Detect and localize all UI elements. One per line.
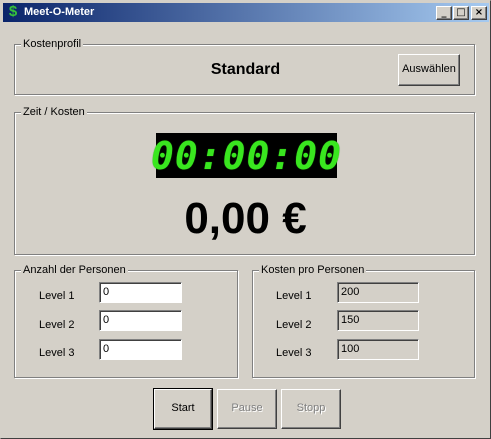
cost-level-2-value: 150: [337, 310, 419, 331]
persons-level-2-label: Level 2: [39, 319, 75, 331]
persons-level-2-input[interactable]: 0: [99, 310, 182, 331]
dollar-icon: $: [8, 3, 18, 20]
profile-group: Kostenprofil Standard Auswählen: [14, 37, 475, 95]
cost-level-1-label: Level 1: [276, 290, 312, 302]
cost-per-person-group-label: Kosten pro Personen: [259, 263, 367, 277]
timer-display: 00:00:00: [151, 133, 341, 178]
persons-level-3-label: Level 3: [39, 347, 75, 359]
persons-group-label: Anzahl der Personen: [21, 263, 128, 277]
cost-value: 0,00 €: [184, 194, 307, 243]
profile-group-label: Kostenprofil: [21, 37, 84, 51]
pause-button[interactable]: Pause: [217, 389, 277, 429]
persons-level-1-label: Level 1: [39, 290, 75, 302]
select-profile-button[interactable]: Auswählen: [398, 54, 460, 86]
maximize-button[interactable]: □: [453, 6, 469, 20]
time-cost-group: Zeit / Kosten 00:00:00 0,00 €: [14, 105, 475, 255]
app-window: $ Meet-O-Meter _ □ × Kostenprofil Standa…: [0, 0, 491, 439]
persons-group: Anzahl der Personen Level 1 0 Level 2 0 …: [14, 263, 238, 378]
cost-level-2-label: Level 2: [276, 319, 312, 331]
timer-value: 00:00:00: [150, 133, 343, 178]
cost-per-person-group: Kosten pro Personen Level 1 200 Level 2 …: [252, 263, 475, 378]
title-bar[interactable]: $ Meet-O-Meter _ □ ×: [3, 3, 489, 22]
time-cost-group-label: Zeit / Kosten: [21, 105, 87, 119]
cost-level-3-label: Level 3: [276, 347, 312, 359]
start-button[interactable]: Start: [153, 388, 213, 430]
persons-level-3-input[interactable]: 0: [99, 339, 182, 360]
cost-level-1-value: 200: [337, 282, 419, 303]
close-button[interactable]: ×: [471, 6, 487, 20]
cost-level-3-value: 100: [337, 339, 419, 360]
window-title: Meet-O-Meter: [24, 6, 95, 18]
persons-level-1-input[interactable]: 0: [99, 282, 182, 303]
stop-button[interactable]: Stopp: [281, 389, 341, 429]
minimize-button[interactable]: _: [436, 6, 452, 20]
